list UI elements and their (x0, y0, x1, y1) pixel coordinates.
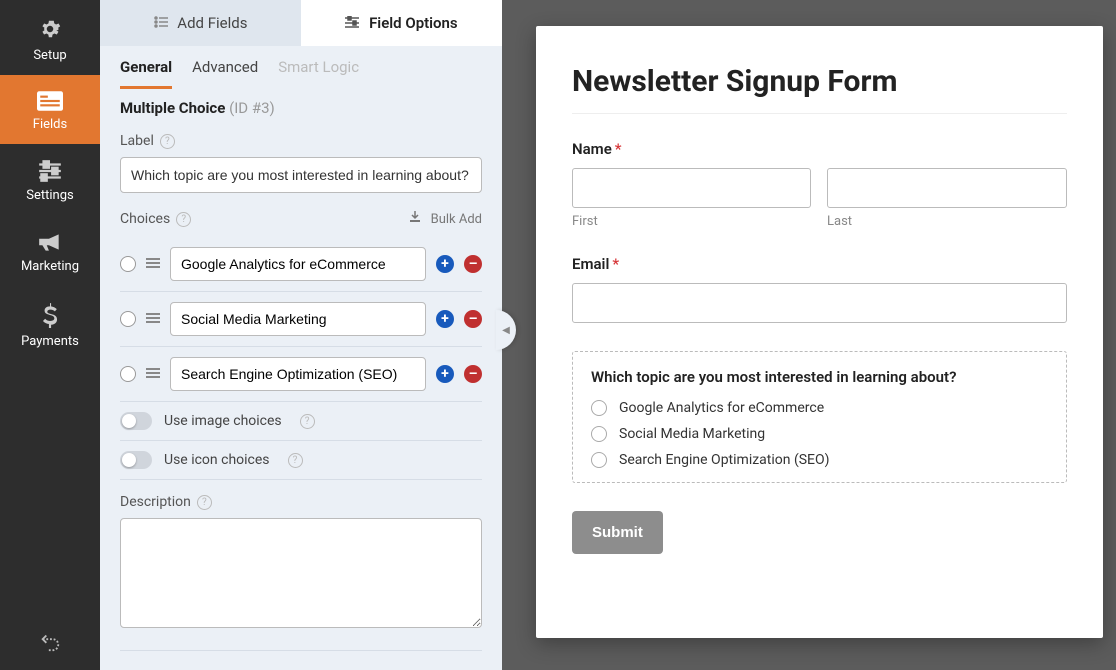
email-field-label: Email* (572, 255, 1067, 273)
description-textarea[interactable] (120, 518, 482, 628)
remove-choice-button[interactable]: – (464, 255, 482, 273)
tab-field-options[interactable]: Field Options (301, 0, 502, 46)
icon-choices-toggle-row: Use icon choices ? (120, 441, 482, 480)
icon-choices-toggle[interactable] (120, 451, 152, 469)
sidebar-item-settings[interactable]: Settings (0, 144, 100, 215)
choice-input[interactable] (170, 357, 426, 391)
sidebar-label: Marketing (21, 259, 79, 274)
field-heading: Multiple Choice (ID #3) (120, 99, 482, 117)
first-name-input[interactable] (572, 168, 811, 208)
main-sidebar: Setup Fields Settings Marketing Payments (0, 0, 100, 670)
form-title: Newsletter Signup Form (572, 64, 1067, 99)
options-panel: Add Fields Field Options General Advance… (100, 0, 502, 670)
remove-choice-button[interactable]: – (464, 310, 482, 328)
name-field-label: Name* (572, 140, 1067, 158)
radio-icon (591, 452, 607, 468)
question-label: Which topic are you most interested in l… (591, 368, 1048, 386)
label-section-title: Label? (120, 133, 482, 149)
option-row[interactable]: Social Media Marketing (591, 426, 1048, 442)
choice-default-radio[interactable] (120, 366, 136, 382)
subtab-general[interactable]: General (120, 58, 172, 89)
choice-default-radio[interactable] (120, 256, 136, 272)
add-choice-button[interactable]: + (436, 310, 454, 328)
preview-area: Newsletter Signup Form Name* First Last … (502, 0, 1116, 670)
choice-input[interactable] (170, 247, 426, 281)
multiple-choice-field[interactable]: Which topic are you most interested in l… (572, 351, 1067, 483)
help-icon[interactable]: ? (197, 495, 212, 510)
sidebar-label: Payments (21, 334, 79, 349)
fields-icon (37, 91, 63, 111)
sidebar-item-fields[interactable]: Fields (0, 75, 100, 144)
option-row[interactable]: Google Analytics for eCommerce (591, 400, 1048, 416)
choice-row: + – (120, 292, 482, 347)
sliders-icon (37, 160, 63, 182)
bullhorn-icon (37, 231, 63, 253)
gear-icon (37, 16, 63, 42)
label-input[interactable] (120, 157, 482, 193)
sidebar-item-setup[interactable]: Setup (0, 0, 100, 75)
remove-choice-button[interactable]: – (464, 365, 482, 383)
sliders-small-icon (345, 14, 363, 32)
sidebar-label: Setup (33, 48, 66, 63)
choices-section-title: Choices? (120, 211, 191, 227)
first-sublabel: First (572, 214, 811, 229)
image-choices-toggle[interactable] (120, 412, 152, 430)
last-name-input[interactable] (827, 168, 1067, 208)
help-icon[interactable]: ? (300, 414, 315, 429)
tab-add-fields[interactable]: Add Fields (100, 0, 301, 46)
option-row[interactable]: Search Engine Optimization (SEO) (591, 452, 1048, 468)
submit-button[interactable]: Submit (572, 511, 663, 554)
choice-default-radio[interactable] (120, 311, 136, 327)
list-icon (154, 14, 172, 32)
dollar-icon (41, 302, 59, 328)
choice-input[interactable] (170, 302, 426, 336)
subtab-smart-logic[interactable]: Smart Logic (278, 58, 359, 89)
help-icon[interactable]: ? (288, 453, 303, 468)
sidebar-label: Fields (33, 117, 67, 132)
sidebar-item-marketing[interactable]: Marketing (0, 215, 100, 286)
download-icon (409, 212, 424, 227)
help-icon[interactable]: ? (160, 134, 175, 149)
undo-button[interactable] (0, 616, 100, 670)
undo-icon (39, 630, 61, 652)
required-toggle-row: Required (120, 659, 482, 670)
drag-handle-icon[interactable] (146, 310, 160, 329)
help-icon[interactable]: ? (176, 212, 191, 227)
subtab-advanced[interactable]: Advanced (192, 58, 258, 89)
last-sublabel: Last (827, 214, 1067, 229)
sidebar-label: Settings (26, 188, 73, 203)
form-preview: Newsletter Signup Form Name* First Last … (536, 26, 1103, 638)
radio-icon (591, 400, 607, 416)
drag-handle-icon[interactable] (146, 255, 160, 274)
sidebar-item-payments[interactable]: Payments (0, 286, 100, 361)
radio-icon (591, 426, 607, 442)
add-choice-button[interactable]: + (436, 255, 454, 273)
description-section-title: Description? (120, 494, 482, 510)
choice-row: + – (120, 347, 482, 402)
drag-handle-icon[interactable] (146, 365, 160, 384)
bulk-add-link[interactable]: Bulk Add (409, 211, 482, 227)
image-choices-toggle-row: Use image choices ? (120, 402, 482, 441)
choice-row: + – (120, 237, 482, 292)
add-choice-button[interactable]: + (436, 365, 454, 383)
email-input[interactable] (572, 283, 1067, 323)
